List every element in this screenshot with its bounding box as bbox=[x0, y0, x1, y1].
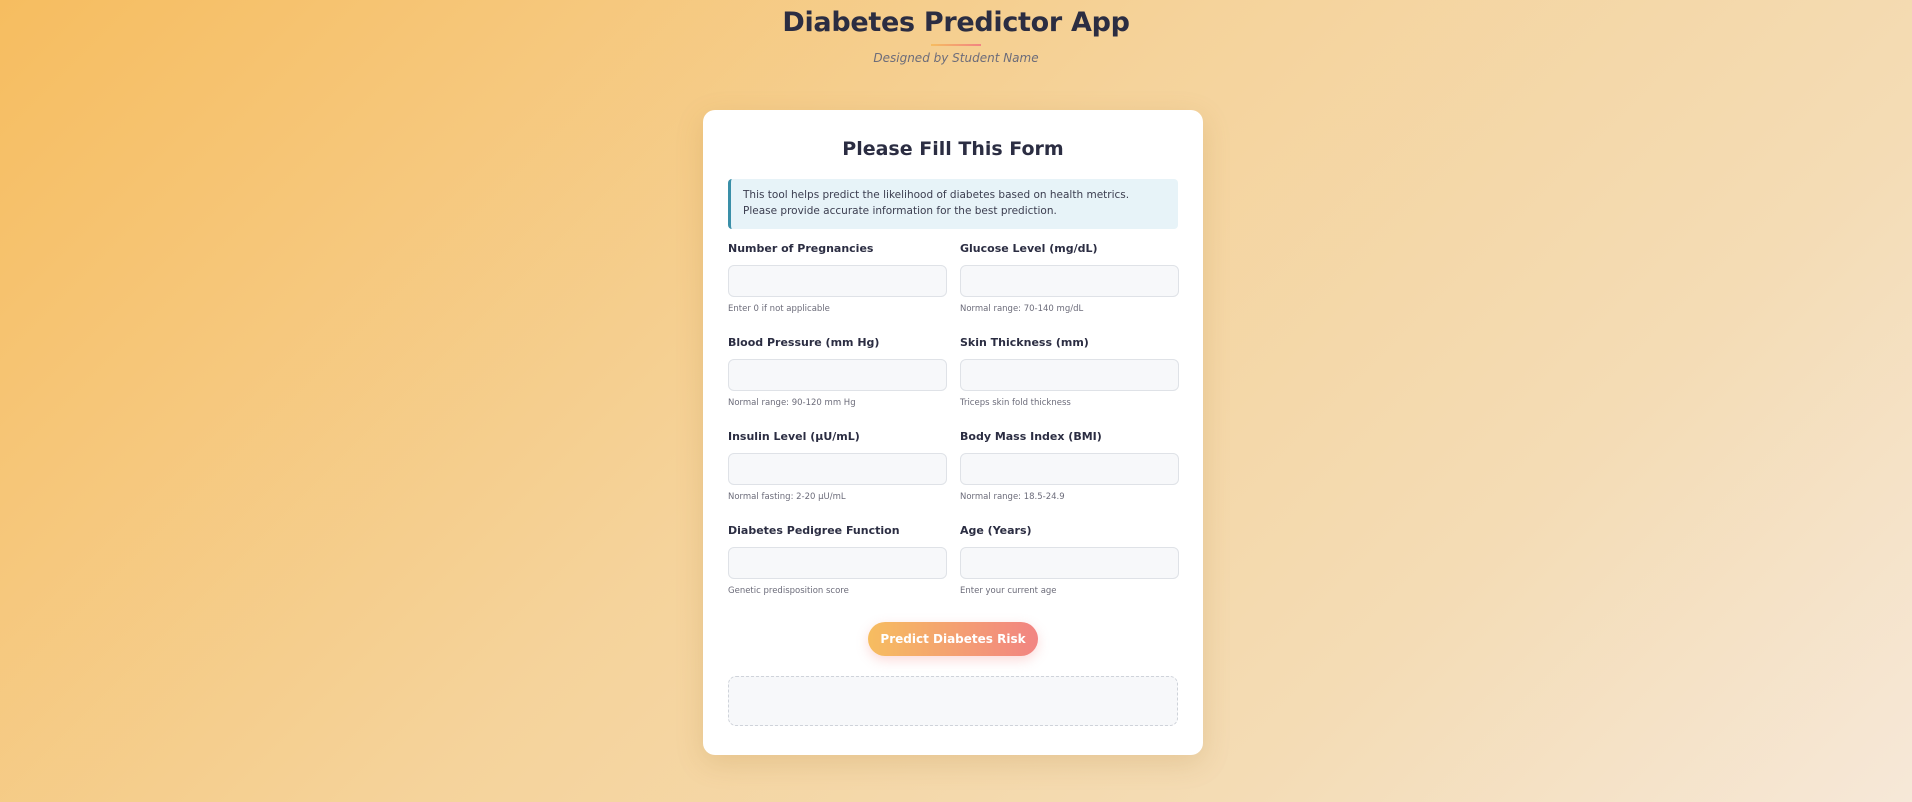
field-pedigree: Diabetes Pedigree Function Genetic predi… bbox=[728, 524, 947, 618]
bmi-hint: Normal range: 18.5-24.9 bbox=[960, 492, 1065, 502]
app-header: Diabetes Predictor App Designed by Stude… bbox=[0, 6, 1912, 65]
field-insulin: Insulin Level (μU/mL) Normal fasting: 2-… bbox=[728, 430, 947, 524]
predict-button[interactable]: Predict Diabetes Risk bbox=[868, 622, 1038, 656]
glucose-hint: Normal range: 70-140 mg/dL bbox=[960, 304, 1084, 314]
blood-pressure-label: Blood Pressure (mm Hg) bbox=[728, 336, 880, 349]
insulin-hint: Normal fasting: 2-20 μU/mL bbox=[728, 492, 846, 502]
field-age: Age (Years) Enter your current age bbox=[960, 524, 1179, 618]
skin-thickness-input[interactable] bbox=[960, 359, 1179, 391]
prediction-form: Number of Pregnancies Enter 0 if not app… bbox=[728, 242, 1179, 618]
blood-pressure-hint: Normal range: 90-120 mm Hg bbox=[728, 398, 856, 408]
pedigree-input[interactable] bbox=[728, 547, 947, 579]
field-bmi: Body Mass Index (BMI) Normal range: 18.5… bbox=[960, 430, 1179, 524]
glucose-input[interactable] bbox=[960, 265, 1179, 297]
button-wrapper: Predict Diabetes Risk bbox=[728, 622, 1178, 656]
pregnancies-label: Number of Pregnancies bbox=[728, 242, 874, 255]
age-input[interactable] bbox=[960, 547, 1179, 579]
field-glucose: Glucose Level (mg/dL) Normal range: 70-1… bbox=[960, 242, 1179, 336]
pedigree-hint: Genetic predisposition score bbox=[728, 586, 849, 596]
form-card: Please Fill This Form This tool helps pr… bbox=[703, 110, 1203, 755]
pregnancies-hint: Enter 0 if not applicable bbox=[728, 304, 830, 314]
app-subtitle: Designed by Student Name bbox=[873, 51, 1039, 65]
insulin-label: Insulin Level (μU/mL) bbox=[728, 430, 860, 443]
title-underline bbox=[931, 44, 981, 46]
pedigree-label: Diabetes Pedigree Function bbox=[728, 524, 900, 537]
insulin-input[interactable] bbox=[728, 453, 947, 485]
age-hint: Enter your current age bbox=[960, 586, 1057, 596]
app-title: Diabetes Predictor App bbox=[782, 7, 1130, 38]
pregnancies-input[interactable] bbox=[728, 265, 947, 297]
blood-pressure-input[interactable] bbox=[728, 359, 947, 391]
field-pregnancies: Number of Pregnancies Enter 0 if not app… bbox=[728, 242, 947, 336]
form-title: Please Fill This Form bbox=[842, 138, 1064, 160]
bmi-label: Body Mass Index (BMI) bbox=[960, 430, 1102, 443]
info-box: This tool helps predict the likelihood o… bbox=[728, 179, 1178, 229]
skin-thickness-label: Skin Thickness (mm) bbox=[960, 336, 1089, 349]
skin-thickness-hint: Triceps skin fold thickness bbox=[960, 398, 1071, 408]
result-box bbox=[728, 676, 1178, 726]
glucose-label: Glucose Level (mg/dL) bbox=[960, 242, 1098, 255]
age-label: Age (Years) bbox=[960, 524, 1032, 537]
field-blood-pressure: Blood Pressure (mm Hg) Normal range: 90-… bbox=[728, 336, 947, 430]
bmi-input[interactable] bbox=[960, 453, 1179, 485]
field-skin-thickness: Skin Thickness (mm) Triceps skin fold th… bbox=[960, 336, 1179, 430]
